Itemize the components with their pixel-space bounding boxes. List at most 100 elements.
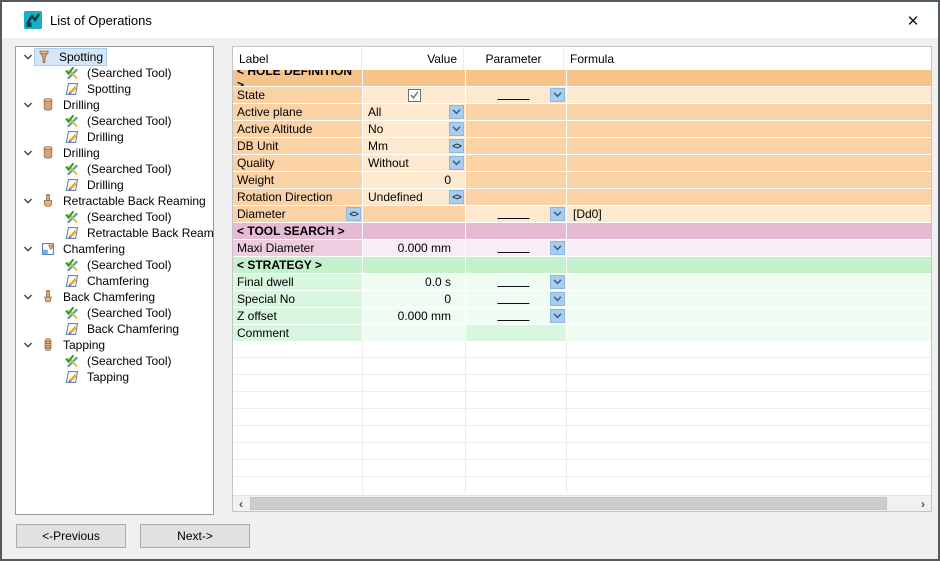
value-cell[interactable]: No [363, 121, 465, 137]
formula-cell[interactable] [567, 308, 931, 324]
formula-cell[interactable] [567, 87, 931, 103]
tree-group-row[interactable]: Drilling [16, 97, 213, 113]
tree-item[interactable]: Chamfering [34, 241, 128, 257]
tree-child-row[interactable]: Drilling [16, 129, 213, 145]
scroll-right-icon[interactable]: › [915, 496, 931, 511]
formula-cell[interactable] [567, 240, 931, 256]
tree-group-row[interactable]: Tapping [16, 337, 213, 353]
tree-item[interactable]: Drilling [34, 145, 103, 161]
tree-item-label[interactable]: (Searched Tool) [84, 114, 175, 129]
previous-button[interactable]: <-Previous [16, 524, 126, 548]
parameter-blank-field[interactable] [497, 296, 529, 304]
parameter-dropdown-icon[interactable] [550, 241, 565, 255]
tree-child-row[interactable]: (Searched Tool) [16, 305, 213, 321]
checkbox[interactable] [408, 89, 421, 102]
tree-item-label[interactable]: Back Chamfering [60, 290, 158, 305]
parameter-cell[interactable] [466, 291, 566, 307]
tree-item-label[interactable]: Spotting [56, 50, 106, 65]
parameter-blank-field[interactable] [497, 92, 529, 100]
parameter-blank-field[interactable] [497, 279, 529, 287]
formula-cell[interactable]: [Dd0] [567, 206, 931, 222]
value-spinner-icon[interactable]: <> [346, 207, 361, 221]
tree-item-label[interactable]: (Searched Tool) [84, 210, 175, 225]
tree-expander-icon[interactable] [22, 291, 34, 303]
tree-item-label[interactable]: Tapping [84, 370, 132, 385]
value-cell[interactable]: 0.0 s [363, 274, 465, 290]
tree-group-row[interactable]: Spotting [16, 49, 213, 65]
tree-item-label[interactable]: Chamfering [84, 274, 152, 289]
tree-item[interactable]: Retractable Back Reaming [34, 193, 209, 209]
tree-item-label[interactable]: Drilling [60, 146, 103, 161]
value-cell[interactable]: 0 [363, 172, 465, 188]
tree-item-label[interactable]: Drilling [60, 98, 103, 113]
tree-child-row[interactable]: (Searched Tool) [16, 257, 213, 273]
tree-item-label[interactable]: Retractable Back Reaming [84, 226, 214, 241]
formula-cell[interactable] [567, 274, 931, 290]
value-spinner-icon[interactable]: <> [449, 190, 464, 204]
tree-item-label[interactable]: Chamfering [60, 242, 128, 257]
tree-item[interactable]: Tapping [34, 337, 108, 353]
tree-selected-item[interactable]: Spotting [34, 48, 107, 66]
tree-child-row[interactable]: (Searched Tool) [16, 353, 213, 369]
tree-item-label[interactable]: (Searched Tool) [84, 354, 175, 369]
value-cell[interactable]: Undefined<> [363, 189, 465, 205]
parameter-dropdown-icon[interactable] [550, 275, 565, 289]
value-cell[interactable]: All [363, 104, 465, 120]
parameter-dropdown-icon[interactable] [550, 88, 565, 102]
tree-group-row[interactable]: Drilling [16, 145, 213, 161]
formula-cell[interactable] [567, 291, 931, 307]
parameter-blank-field[interactable] [497, 245, 529, 253]
tree-child-row[interactable]: (Searched Tool) [16, 65, 213, 81]
tree-expander-icon[interactable] [22, 339, 34, 351]
parameter-cell[interactable] [466, 274, 566, 290]
value-dropdown-icon[interactable] [449, 156, 464, 170]
tree-expander-icon[interactable] [22, 243, 34, 255]
tree-expander-icon[interactable] [22, 99, 34, 111]
tree-item-label[interactable]: Drilling [84, 178, 127, 193]
value-dropdown-icon[interactable] [449, 105, 464, 119]
tree-item-label[interactable]: (Searched Tool) [84, 66, 175, 81]
value-cell[interactable]: 0.000 mm [363, 240, 465, 256]
value-dropdown-icon[interactable] [449, 122, 464, 136]
tree-item-label[interactable]: Tapping [60, 338, 108, 353]
tree-item-label[interactable]: Back Chamfering [84, 322, 182, 337]
tree-expander-icon[interactable] [22, 51, 34, 63]
scroll-left-icon[interactable]: ‹ [233, 496, 249, 511]
value-cell[interactable]: 0.000 mm [363, 308, 465, 324]
tree-item[interactable]: Drilling [34, 97, 103, 113]
tree-child-row[interactable]: (Searched Tool) [16, 209, 213, 225]
next-button[interactable]: Next-> [140, 524, 250, 548]
parameter-blank-field[interactable] [497, 211, 529, 219]
tree-child-row[interactable]: Back Chamfering [16, 321, 213, 337]
tree-item[interactable]: Back Chamfering [34, 289, 158, 305]
horizontal-scrollbar[interactable]: ‹ › [233, 495, 931, 511]
parameter-dropdown-icon[interactable] [550, 207, 565, 221]
value-cell[interactable]: Mm<> [363, 138, 465, 154]
parameter-cell[interactable] [466, 87, 566, 103]
value-cell[interactable] [363, 87, 465, 103]
tree-expander-icon[interactable] [22, 195, 34, 207]
parameter-dropdown-icon[interactable] [550, 292, 565, 306]
tree-child-row[interactable]: Chamfering [16, 273, 213, 289]
tree-child-row[interactable]: Drilling [16, 177, 213, 193]
tree-child-row[interactable]: (Searched Tool) [16, 161, 213, 177]
tree-item-label[interactable]: Retractable Back Reaming [60, 194, 209, 209]
close-icon[interactable]: ✕ [902, 10, 924, 32]
tree-item-label[interactable]: Spotting [84, 82, 134, 97]
tree-group-row[interactable]: Chamfering [16, 241, 213, 257]
value-cell[interactable] [363, 325, 465, 341]
value-cell[interactable]: 0 [363, 291, 465, 307]
tree-child-row[interactable]: Spotting [16, 81, 213, 97]
parameter-dropdown-icon[interactable] [550, 309, 565, 323]
tree-child-row[interactable]: (Searched Tool) [16, 113, 213, 129]
parameter-blank-field[interactable] [497, 313, 529, 321]
value-cell[interactable]: Without [363, 155, 465, 171]
parameter-cell[interactable] [466, 240, 566, 256]
parameter-cell[interactable] [466, 308, 566, 324]
value-spinner-icon[interactable]: <> [449, 139, 464, 153]
tree-child-row[interactable]: Tapping [16, 369, 213, 385]
tree-item-label[interactable]: (Searched Tool) [84, 162, 175, 177]
tree-item-label[interactable]: (Searched Tool) [84, 306, 175, 321]
tree-expander-icon[interactable] [22, 147, 34, 159]
tree-group-row[interactable]: Back Chamfering [16, 289, 213, 305]
